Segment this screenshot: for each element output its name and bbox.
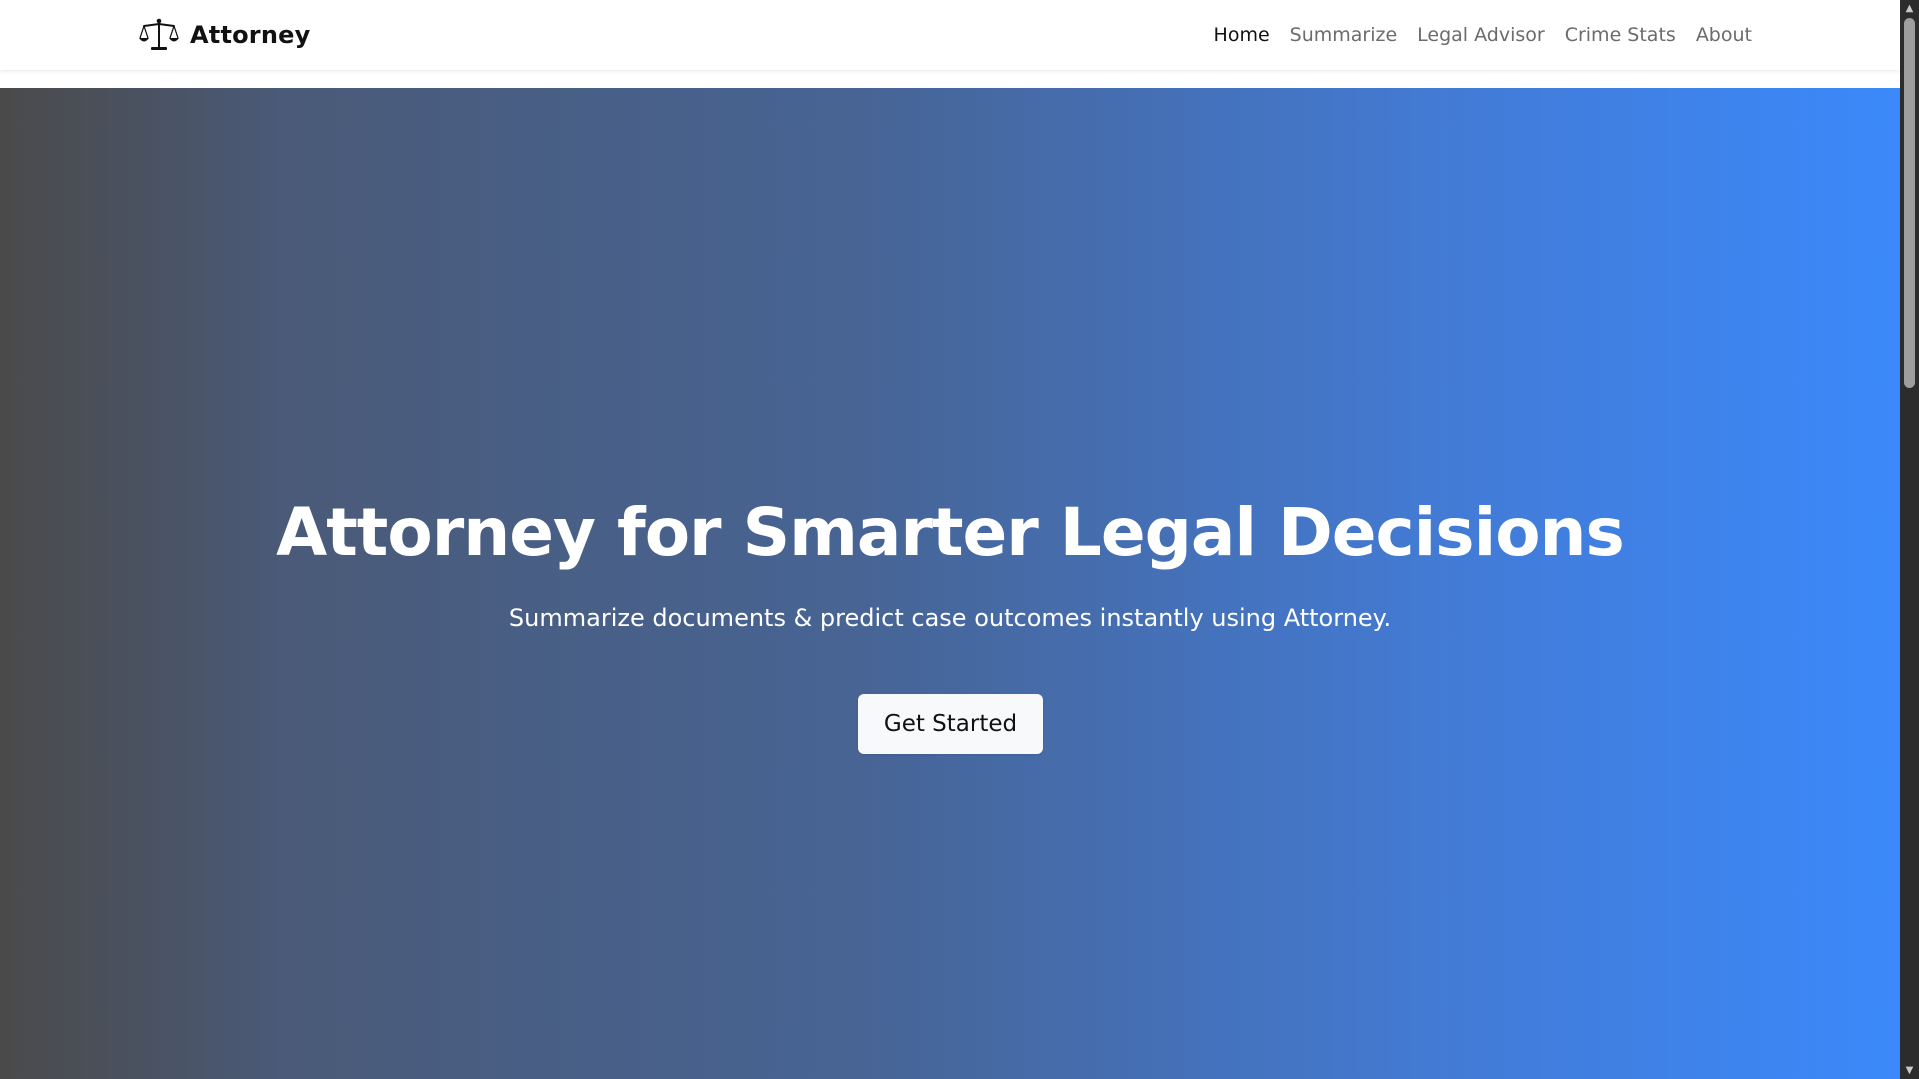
page: Attorney Home Summarize Legal Advisor Cr… bbox=[0, 0, 1919, 1079]
nav-link-legal-advisor[interactable]: Legal Advisor bbox=[1417, 24, 1545, 46]
nav-link-crime-stats[interactable]: Crime Stats bbox=[1565, 24, 1676, 46]
scales-of-justice-icon bbox=[139, 18, 179, 50]
get-started-button[interactable]: Get Started bbox=[858, 694, 1043, 754]
hero-section: Attorney for Smarter Legal Decisions Sum… bbox=[0, 88, 1900, 1079]
navbar: Attorney Home Summarize Legal Advisor Cr… bbox=[0, 0, 1900, 70]
triangle-up-icon[interactable]: ▲ bbox=[1900, 0, 1919, 17]
brand-name: Attorney bbox=[190, 21, 311, 49]
nav-link-home[interactable]: Home bbox=[1214, 24, 1270, 46]
nav-link-summarize[interactable]: Summarize bbox=[1290, 24, 1398, 46]
brand-link[interactable]: Attorney bbox=[138, 16, 310, 54]
nav-link-about[interactable]: About bbox=[1696, 24, 1752, 46]
hero-title: Attorney for Smarter Legal Decisions bbox=[276, 494, 1625, 571]
hero-subtitle: Summarize documents & predict case outco… bbox=[508, 604, 1392, 632]
main-nav: Home Summarize Legal Advisor Crime Stats… bbox=[1214, 0, 1752, 70]
vertical-scrollbar[interactable]: ▲ ▼ bbox=[1900, 0, 1919, 1079]
triangle-down-icon[interactable]: ▼ bbox=[1900, 1062, 1919, 1079]
scrollbar-thumb[interactable] bbox=[1904, 18, 1915, 388]
